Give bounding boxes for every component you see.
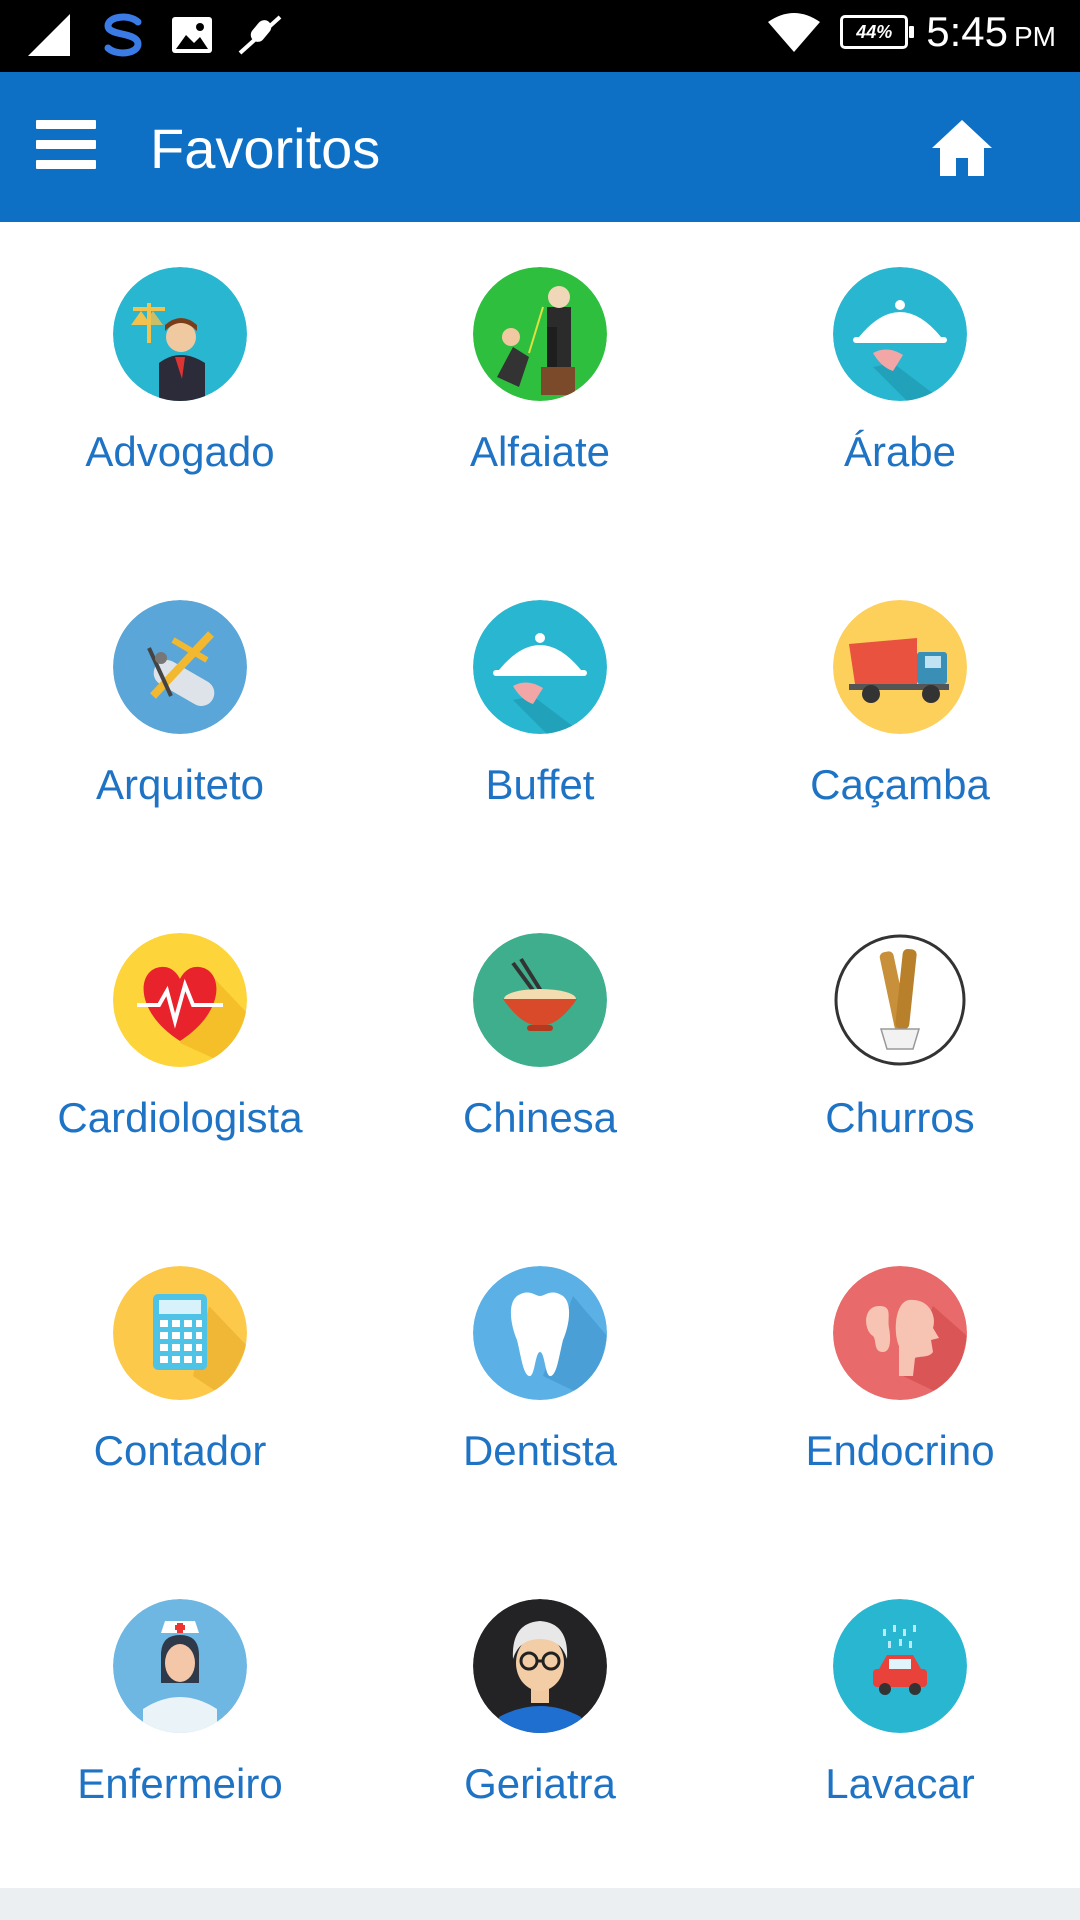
- category-label: Árabe: [843, 428, 957, 475]
- category-tile-alfaiate[interactable]: Alfaiate: [360, 222, 720, 555]
- category-label: Arquiteto: [95, 761, 265, 808]
- architect-icon: [113, 600, 247, 734]
- car-wash-icon: [833, 1599, 967, 1733]
- category-tile-cardiologista[interactable]: Cardiologista: [0, 888, 360, 1221]
- elderly-icon: [473, 1599, 607, 1733]
- category-tile-arquiteto[interactable]: Arquiteto: [0, 555, 360, 888]
- bottom-scroll-edge: [0, 1888, 1080, 1920]
- heart-icon: [113, 933, 247, 1067]
- category-tile-dentista[interactable]: Dentista: [360, 1221, 720, 1554]
- category-tile-buffet[interactable]: Buffet: [360, 555, 720, 888]
- category-tile-contador[interactable]: Contador: [0, 1221, 360, 1554]
- favorites-grid: Advogado Alfaiate Árabe Arquiteto Buffet…: [0, 222, 1080, 1887]
- truck-icon: [833, 600, 967, 734]
- category-label: Buffet: [485, 761, 595, 808]
- category-label: Dentista: [462, 1427, 618, 1474]
- noodle-bowl-icon: [473, 933, 607, 1067]
- s-app-icon: [104, 13, 142, 57]
- ent-icon: [833, 1266, 967, 1400]
- category-label: Churros: [825, 1094, 975, 1141]
- clock-time: 5:45: [926, 8, 1008, 55]
- category-tile-geriatra[interactable]: Geriatra: [360, 1554, 720, 1887]
- category-tile-cacamba[interactable]: Caçamba: [720, 555, 1080, 888]
- wifi-icon: [768, 13, 821, 52]
- calculator-icon: [113, 1266, 247, 1400]
- category-label: Contador: [93, 1427, 267, 1474]
- category-tile-lavacar[interactable]: Lavacar: [720, 1554, 1080, 1887]
- category-label: Alfaiate: [469, 428, 611, 475]
- category-label: Chinesa: [462, 1094, 618, 1141]
- category-label: Cardiologista: [57, 1094, 303, 1141]
- tooth-icon: [473, 1266, 607, 1400]
- home-icon[interactable]: [930, 116, 994, 180]
- clock: 5:45 PM: [926, 8, 1056, 56]
- category-tile-chinesa[interactable]: Chinesa: [360, 888, 720, 1221]
- nurse-icon: [113, 1599, 247, 1733]
- cloche-icon: [473, 600, 607, 734]
- category-label: Lavacar: [825, 1760, 975, 1807]
- category-tile-advogado[interactable]: Advogado: [0, 222, 360, 555]
- category-tile-churros[interactable]: Churros: [720, 888, 1080, 1221]
- cloche-icon: [833, 267, 967, 401]
- battery-indicator: 44%: [840, 15, 915, 49]
- category-tile-endocrino[interactable]: Endocrino: [720, 1221, 1080, 1554]
- status-bar: 44% 5:45 PM: [0, 0, 1080, 72]
- page-title: Favoritos: [150, 117, 381, 180]
- hamburger-menu-icon[interactable]: [36, 120, 96, 174]
- app-bar: Favoritos: [0, 72, 1080, 222]
- lawyer-icon: [113, 267, 247, 401]
- category-label: Endocrino: [805, 1427, 995, 1474]
- cell-signal-icon: [28, 14, 70, 56]
- category-tile-enfermeiro[interactable]: Enfermeiro: [0, 1554, 360, 1887]
- category-label: Enfermeiro: [77, 1760, 283, 1807]
- muted-mic-icon: [238, 15, 282, 55]
- churros-icon: [833, 933, 967, 1067]
- tailor-icon: [473, 267, 607, 401]
- status-icons-left: [26, 12, 284, 58]
- category-label: Geriatra: [464, 1760, 616, 1807]
- category-tile-arabe[interactable]: Árabe: [720, 222, 1080, 555]
- clock-ampm: PM: [1014, 21, 1056, 52]
- status-icons-right: 44% 5:45 PM: [766, 8, 1056, 56]
- category-label: Advogado: [85, 428, 275, 475]
- image-notification-icon: [172, 17, 212, 53]
- category-label: Caçamba: [810, 761, 990, 808]
